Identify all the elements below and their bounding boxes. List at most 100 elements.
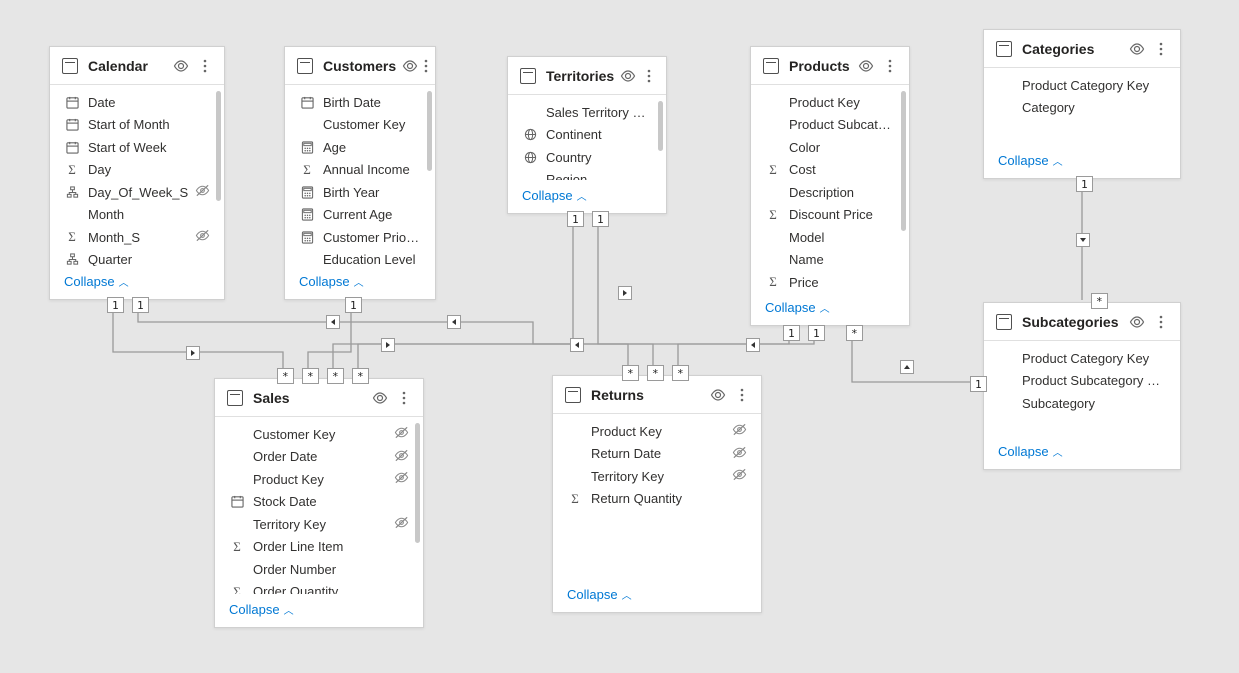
visibility-icon[interactable] [709, 386, 727, 404]
more-options-icon[interactable] [881, 57, 899, 75]
model-canvas[interactable]: 1 1 * * * * 1 1 1 * * * 1 1 * 1 1 * Cale… [0, 0, 1239, 673]
more-options-icon[interactable] [395, 389, 413, 407]
field-row[interactable]: ΣPrice [751, 271, 909, 292]
field-row[interactable]: Start of Week [50, 136, 224, 159]
field-row[interactable]: Name [751, 249, 909, 272]
field-row[interactable]: Day_Of_Week_S [50, 181, 224, 204]
field-row[interactable]: Customer Priority [285, 226, 435, 249]
hidden-icon [394, 449, 409, 465]
field-row[interactable]: Customer Key [215, 423, 423, 446]
sigma-icon: Σ [229, 584, 245, 594]
field-row[interactable]: Product Key [215, 468, 423, 491]
collapse-link[interactable]: Collapse︿ [299, 274, 364, 289]
visibility-icon[interactable] [371, 389, 389, 407]
field-row[interactable]: Country [508, 146, 666, 169]
scrollbar[interactable] [427, 91, 432, 171]
more-options-icon[interactable] [196, 57, 214, 75]
field-row[interactable]: Start of Month [50, 114, 224, 137]
collapse-link[interactable]: Collapse︿ [998, 153, 1063, 168]
table-header[interactable]: Returns [553, 376, 761, 414]
chevron-up-icon: ︿ [577, 188, 587, 203]
field-row[interactable]: Product Key [751, 91, 909, 114]
field-row[interactable]: Territory Key [553, 465, 761, 488]
field-row[interactable]: Product Category Key [984, 347, 1180, 370]
more-options-icon[interactable] [642, 67, 656, 85]
field-row[interactable]: ΣDay [50, 159, 224, 182]
collapse-link[interactable]: Collapse︿ [998, 444, 1063, 459]
field-row[interactable]: Return Date [553, 443, 761, 466]
field-row[interactable]: Product Subcategory Key [984, 370, 1180, 393]
field-row[interactable]: Description [751, 181, 909, 204]
scrollbar[interactable] [216, 91, 221, 201]
more-options-icon[interactable] [424, 57, 428, 75]
table-header[interactable]: Subcategories [984, 303, 1180, 341]
field-label: Date [88, 95, 210, 110]
field-row[interactable]: Quarter [50, 249, 224, 267]
collapse-link[interactable]: Collapse︿ [567, 587, 632, 602]
visibility-icon[interactable] [857, 57, 875, 75]
table-header[interactable]: Calendar [50, 47, 224, 85]
visibility-icon[interactable] [1128, 313, 1146, 331]
field-row[interactable]: Age [285, 136, 435, 159]
field-row[interactable]: Birth Year [285, 181, 435, 204]
field-row[interactable]: Order Date [215, 446, 423, 469]
field-row[interactable]: Date [50, 91, 224, 114]
table-header[interactable]: Territories [508, 57, 666, 95]
table-returns[interactable]: Returns Product KeyReturn DateTerritory … [552, 375, 762, 613]
table-territories[interactable]: Territories Sales Territory KeyContinent… [507, 56, 667, 214]
field-row[interactable]: Product Category Key [984, 74, 1180, 97]
field-label: Product Key [253, 472, 388, 487]
visibility-icon[interactable] [172, 57, 190, 75]
field-row[interactable]: Stock Date [215, 491, 423, 514]
field-row[interactable]: Current Age [285, 204, 435, 227]
field-row[interactable]: Product Key [553, 420, 761, 443]
table-header[interactable]: Categories [984, 30, 1180, 68]
field-row[interactable]: Customer Key [285, 114, 435, 137]
table-header[interactable]: Sales [215, 379, 423, 417]
table-products[interactable]: Products Product KeyProduct Subcategor..… [750, 46, 910, 326]
field-row[interactable]: Region [508, 169, 666, 181]
table-customers[interactable]: Customers Birth DateCustomer KeyAgeΣAnnu… [284, 46, 436, 300]
field-row[interactable]: Product Subcategor... [751, 114, 909, 137]
field-row[interactable]: ΣReturn Quantity [553, 488, 761, 511]
collapse-link[interactable]: Collapse︿ [64, 274, 129, 289]
field-row[interactable]: Category [984, 97, 1180, 120]
scrollbar[interactable] [415, 423, 420, 543]
field-row[interactable]: Territory Key [215, 513, 423, 536]
collapse-link[interactable]: Collapse︿ [522, 188, 587, 203]
scrollbar[interactable] [901, 91, 906, 231]
hidden-icon [394, 426, 409, 442]
more-options-icon[interactable] [1152, 313, 1170, 331]
field-row[interactable]: Subcategory [984, 392, 1180, 415]
table-sales[interactable]: Sales Customer KeyOrder Date Product Key S… [214, 378, 424, 628]
table-categories[interactable]: Categories Product Category KeyCategory … [983, 29, 1181, 179]
collapse-link[interactable]: Collapse︿ [765, 300, 830, 315]
field-row[interactable]: Sales Territory Key [508, 101, 666, 124]
table-title: Subcategories [1022, 314, 1122, 330]
more-options-icon[interactable] [1152, 40, 1170, 58]
field-row[interactable]: ΣOrder Line Item [215, 536, 423, 559]
collapse-link[interactable]: Collapse︿ [229, 602, 294, 617]
visibility-icon[interactable] [620, 67, 636, 85]
field-row[interactable]: Order Number [215, 558, 423, 581]
field-row[interactable]: ΣOrder Quantity [215, 581, 423, 595]
field-row[interactable]: Model [751, 226, 909, 249]
field-row[interactable]: ΣAnnual Income [285, 159, 435, 182]
field-row[interactable]: Education Level [285, 249, 435, 267]
field-row[interactable]: ΣCost [751, 159, 909, 182]
field-row[interactable]: Birth Date [285, 91, 435, 114]
more-options-icon[interactable] [733, 386, 751, 404]
table-calendar[interactable]: Calendar Date Start of MonthStart of Week… [49, 46, 225, 300]
cardinality-many: * [846, 325, 863, 341]
table-header[interactable]: Products [751, 47, 909, 85]
visibility-icon[interactable] [1128, 40, 1146, 58]
table-header[interactable]: Customers [285, 47, 435, 85]
table-subcategories[interactable]: Subcategories Product Category KeyProduc… [983, 302, 1181, 470]
visibility-icon[interactable] [402, 57, 418, 75]
field-row[interactable]: Color [751, 136, 909, 159]
field-row[interactable]: ΣDiscount Price [751, 204, 909, 227]
field-row[interactable]: ΣMonth_S [50, 226, 224, 249]
field-row[interactable]: Month [50, 204, 224, 227]
field-row[interactable]: Continent [508, 124, 666, 147]
scrollbar[interactable] [658, 101, 663, 151]
